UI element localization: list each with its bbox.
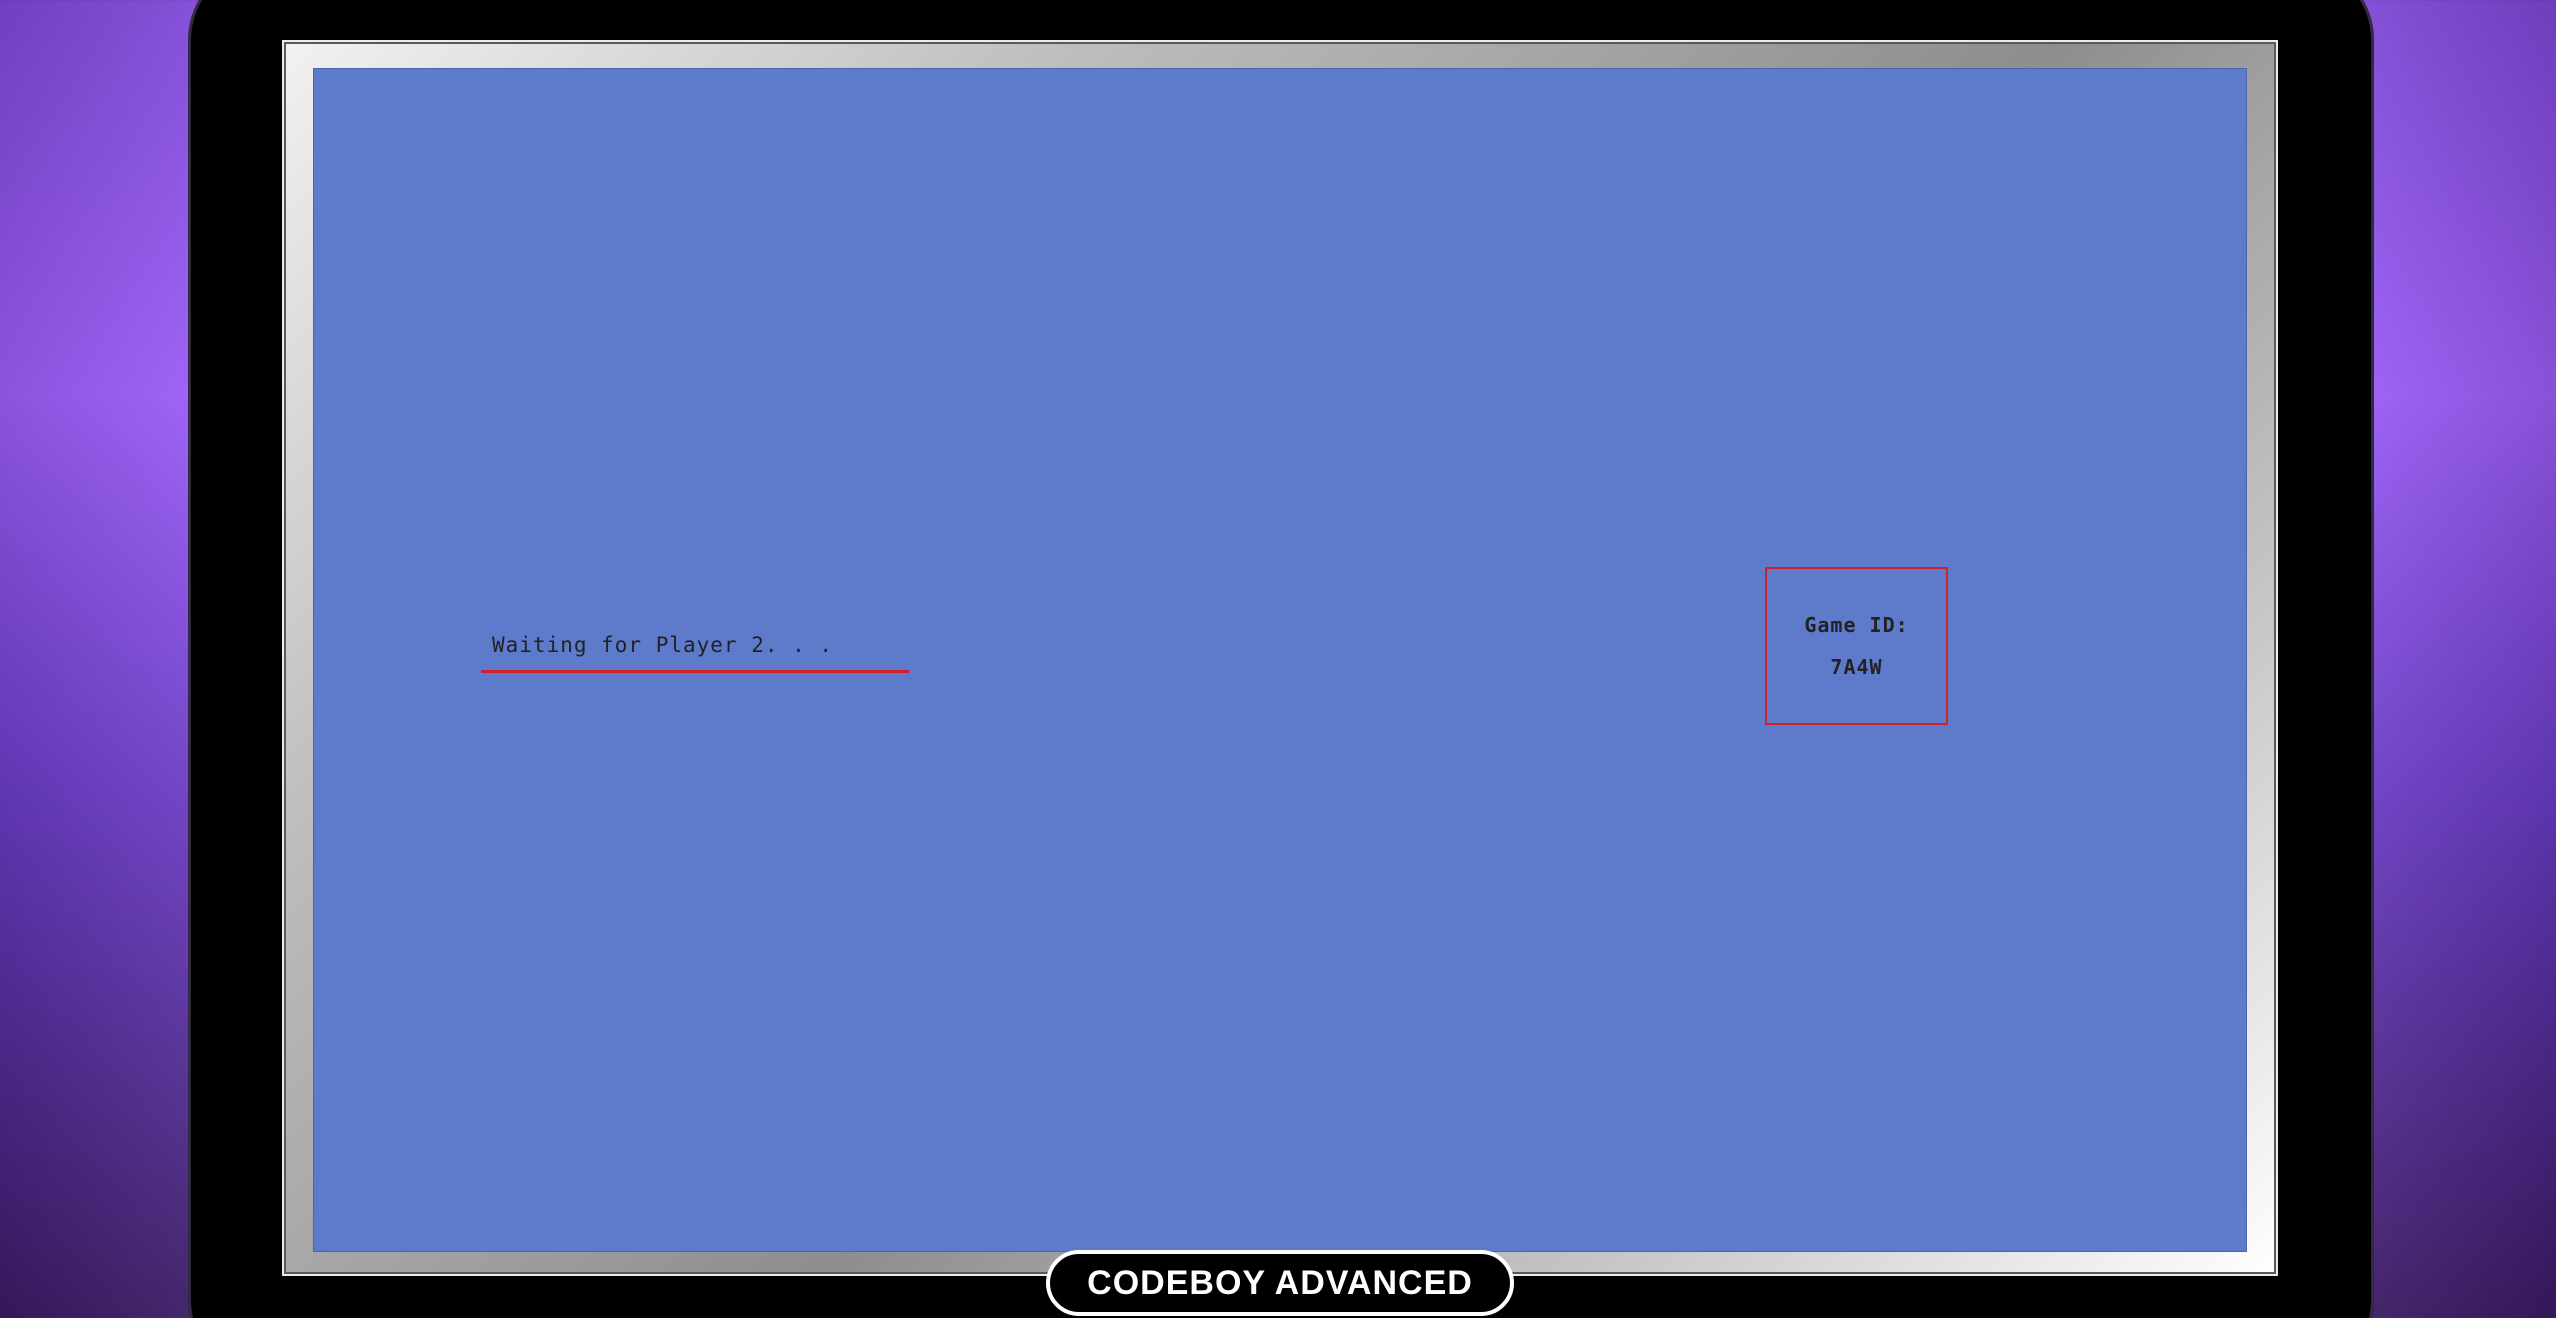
game-screen bbox=[313, 68, 2247, 1252]
brand-badge: CODEBOY ADVANCED bbox=[1046, 1250, 1514, 1316]
game-id-value: 7A4W bbox=[1830, 655, 1883, 679]
game-id-box: Game ID: 7A4W bbox=[1765, 567, 1948, 725]
game-id-label: Game ID: bbox=[1804, 613, 1909, 637]
waiting-status-text: Waiting for Player 2. . . bbox=[492, 633, 834, 657]
brand-text: CODEBOY ADVANCED bbox=[1087, 1264, 1473, 1302]
status-underline bbox=[481, 670, 909, 673]
